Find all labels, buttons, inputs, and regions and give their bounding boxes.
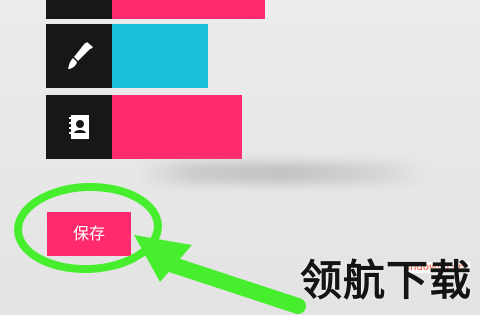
arrow-head-icon xyxy=(134,235,192,282)
color-row-book[interactable] xyxy=(46,0,265,19)
contact-card-icon xyxy=(46,95,112,159)
color-row-contact-card[interactable] xyxy=(46,95,242,159)
watermark-logo: 领航下载 xyxy=(299,256,472,305)
book-icon xyxy=(46,0,112,19)
arrow-shaft-icon xyxy=(150,252,306,314)
screenshot-stage: 保存 lhdown.com 领航下载 xyxy=(0,0,480,315)
save-button[interactable]: 保存 xyxy=(47,212,131,256)
color-bar-cyan[interactable] xyxy=(112,24,208,88)
color-row-brush[interactable] xyxy=(46,24,208,88)
blurred-text-placeholder xyxy=(138,162,428,184)
color-bar-pink-2[interactable] xyxy=(112,95,242,159)
brush-icon xyxy=(46,24,112,88)
color-bar-pink-1[interactable] xyxy=(112,0,265,19)
